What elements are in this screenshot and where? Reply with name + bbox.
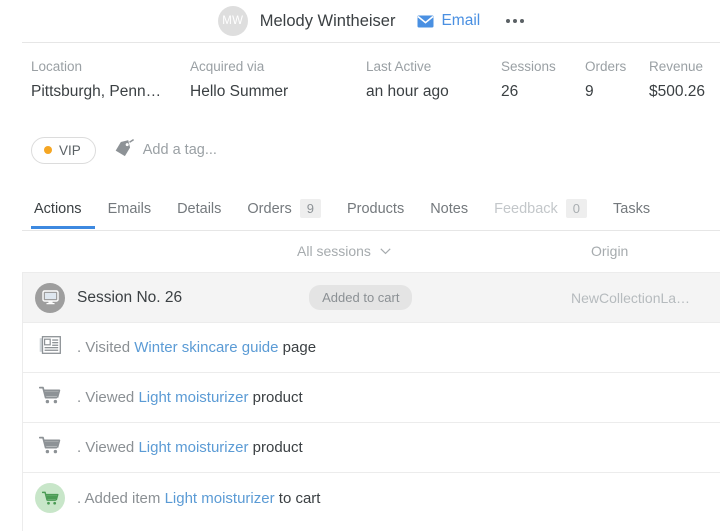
tab-label: Details <box>177 201 221 217</box>
sessions-filter-dropdown[interactable]: All sessions <box>297 243 391 259</box>
activity-icon-cell <box>23 483 77 513</box>
activity-text: . Viewed Light moisturizer product <box>77 439 303 456</box>
vip-dot-icon <box>44 146 52 154</box>
activity-link[interactable]: Light moisturizer <box>138 389 248 406</box>
tab-feedback[interactable]: Feedback 0 <box>481 188 600 229</box>
tab-label: Tasks <box>613 201 650 217</box>
activity-suffix: product <box>248 439 302 456</box>
tab-details[interactable]: Details <box>164 188 234 229</box>
session-status-badge: Added to cart <box>309 285 412 310</box>
session-origin: NewCollectionLa… <box>571 290 690 306</box>
tab-tasks[interactable]: Tasks <box>600 188 663 229</box>
add-tag-label: Add a tag... <box>143 142 217 158</box>
tab-label: Products <box>347 201 404 217</box>
stat-label: Last Active <box>366 59 449 75</box>
activity-icon-cell <box>23 336 77 359</box>
tab-count-badge: 0 <box>566 199 587 218</box>
email-label: Email <box>441 12 480 30</box>
list-gutter <box>0 273 22 531</box>
column-header-origin: Origin <box>591 243 628 259</box>
activity-list: Session No. 26 Added to cart NewCollecti… <box>0 273 720 531</box>
stat-value: Pittsburgh, Penn… <box>31 81 161 103</box>
ellipsis-icon[interactable] <box>506 19 524 23</box>
activity-text: . Viewed Light moisturizer product <box>77 389 303 406</box>
avatar: MW <box>218 6 248 36</box>
tab-notes[interactable]: Notes <box>417 188 481 229</box>
session-row[interactable]: Session No. 26 Added to cart NewCollecti… <box>23 273 720 323</box>
envelope-icon <box>417 15 434 28</box>
stat-revenue: Revenue $500.26 <box>649 59 705 103</box>
tab-bar: Actions Emails Details Orders 9 Products… <box>0 188 720 230</box>
activity-prefix: . Added item <box>77 490 165 507</box>
activity-text: . Visited Winter skincare guide page <box>77 339 316 356</box>
tab-label: Emails <box>108 201 152 217</box>
page-title: Melody Wintheiser <box>260 12 396 31</box>
add-tag-button[interactable]: Add a tag... <box>114 139 217 162</box>
activity-suffix: page <box>279 339 317 356</box>
tab-emails[interactable]: Emails <box>95 188 165 229</box>
stat-label: Orders <box>585 59 626 75</box>
stat-value: $500.26 <box>649 81 705 103</box>
stat-sessions: Sessions 26 <box>501 59 556 103</box>
status-badge-vip[interactable]: VIP <box>31 137 96 164</box>
profile-header: MW Melody Wintheiser Email <box>0 0 720 42</box>
stat-label: Location <box>31 59 161 75</box>
activity-icon-cell <box>23 436 77 460</box>
stat-label: Sessions <box>501 59 556 75</box>
tab-label: Actions <box>34 201 82 217</box>
stat-value: 26 <box>501 81 556 103</box>
email-button[interactable]: Email <box>417 12 480 30</box>
activity-suffix: to cart <box>275 490 321 507</box>
avatar-initials: MW <box>222 15 243 27</box>
vip-label: VIP <box>59 143 81 158</box>
activity-suffix: product <box>248 389 302 406</box>
tab-label: Notes <box>430 201 468 217</box>
tag-row: VIP Add a tag... <box>31 130 217 170</box>
chevron-down-icon <box>380 248 391 255</box>
activity-prefix: . Viewed <box>77 389 138 406</box>
activity-row[interactable]: . Viewed Light moisturizer product <box>23 423 720 473</box>
customer-profile-page: MW Melody Wintheiser Email Location Pitt… <box>0 0 720 531</box>
tab-orders[interactable]: Orders 9 <box>234 188 334 229</box>
activity-row[interactable]: . Visited Winter skincare guide page <box>23 323 720 373</box>
activity-prefix: . Viewed <box>77 439 138 456</box>
activity-row[interactable]: . Added item Light moisturizer to cart <box>23 473 720 523</box>
desktop-monitor-icon <box>35 283 65 313</box>
stat-last-active: Last Active an hour ago <box>366 59 449 103</box>
stat-label: Revenue <box>649 59 705 75</box>
stat-value: Hello Summer <box>190 81 288 103</box>
tab-count-badge: 9 <box>300 199 321 218</box>
list-column-header: All sessions Origin A <box>22 232 720 272</box>
activity-link[interactable]: Light moisturizer <box>165 490 275 507</box>
shopping-cart-icon <box>39 436 61 460</box>
tab-bar-divider <box>22 230 720 231</box>
tag-icon <box>114 139 135 162</box>
sessions-filter-label: All sessions <box>297 243 371 259</box>
stat-acquired-via: Acquired via Hello Summer <box>190 59 288 103</box>
activity-row[interactable]: . Viewed Light moisturizer product <box>23 373 720 423</box>
stats-row: Location Pittsburgh, Penn… Acquired via … <box>0 43 720 121</box>
activity-text: . Added item Light moisturizer to cart <box>77 490 320 507</box>
stat-value: 9 <box>585 81 626 103</box>
tab-label: Orders <box>247 201 291 217</box>
tab-products[interactable]: Products <box>334 188 417 229</box>
stat-value: an hour ago <box>366 81 449 103</box>
shopping-cart-icon <box>39 386 61 410</box>
shopping-cart-icon <box>35 483 65 513</box>
tab-label: Feedback <box>494 201 558 217</box>
stat-label: Acquired via <box>190 59 288 75</box>
article-page-icon <box>39 336 61 359</box>
stat-orders: Orders 9 <box>585 59 626 103</box>
tab-actions[interactable]: Actions <box>31 188 95 229</box>
activity-link[interactable]: Light moisturizer <box>138 439 248 456</box>
session-title: Session No. 26 <box>77 289 182 307</box>
activity-prefix: . Visited <box>77 339 134 356</box>
activity-icon-cell <box>23 386 77 410</box>
stat-location: Location Pittsburgh, Penn… <box>31 59 161 103</box>
activity-link[interactable]: Winter skincare guide <box>134 339 278 356</box>
session-icon-cell <box>23 283 77 313</box>
